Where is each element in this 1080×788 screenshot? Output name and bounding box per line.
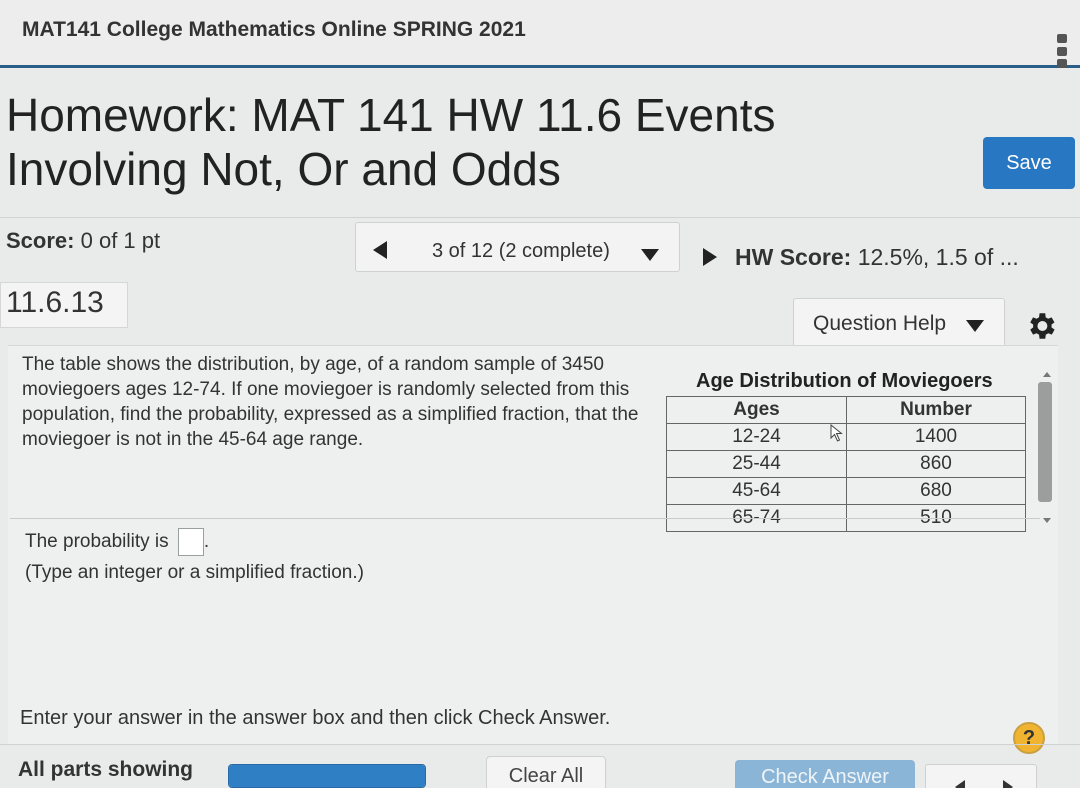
save-button[interactable]: Save (983, 137, 1075, 189)
parts-progress-fill (229, 765, 425, 787)
hw-score-value: 12.5%, 1.5 of ... (857, 244, 1019, 270)
divider (0, 217, 1080, 218)
answer-hint: (Type an integer or a simplified fractio… (25, 562, 364, 583)
hw-score: HW Score: 12.5%, 1.5 of ... (735, 244, 1019, 271)
scroll-up-icon[interactable] (1043, 372, 1051, 377)
scroll-down-icon[interactable] (1043, 518, 1051, 523)
table-caption: Age Distribution of Moviegoers (696, 370, 993, 392)
answer-suffix: . (203, 531, 210, 553)
gear-icon[interactable] (1024, 309, 1058, 343)
caret-down-icon[interactable] (641, 249, 659, 261)
homework-title: Homework: MAT 141 HW 11.6 Events Involvi… (6, 88, 906, 196)
table-cell: 1400 (846, 423, 1026, 451)
divider (10, 518, 1040, 519)
next-icon[interactable] (1003, 780, 1013, 788)
parts-progress-bar (228, 764, 426, 788)
problem-text: The table shows the distribution, by age… (22, 354, 639, 450)
course-title: MAT141 College Mathematics Online SPRING… (22, 18, 526, 41)
answer-input[interactable] (177, 528, 204, 556)
table-row: 25-44 860 (666, 450, 1026, 478)
column-header: Ages (666, 396, 847, 424)
table-cell: 860 (846, 450, 1026, 478)
question-help-label[interactable]: Question Help (813, 312, 946, 336)
scrollbar-thumb[interactable] (1038, 382, 1052, 502)
clear-all-button[interactable]: Clear All (486, 756, 606, 788)
help-icon[interactable]: ? (1013, 722, 1045, 754)
column-header: Number (846, 396, 1026, 424)
check-answer-button[interactable]: Check Answer (735, 760, 915, 788)
table-cell: 45-64 (666, 477, 847, 505)
next-question-icon[interactable] (703, 248, 717, 266)
all-parts-label: All parts showing (18, 758, 194, 781)
question-number: 11.6.13 (6, 286, 104, 319)
score-label: Score: (6, 228, 75, 253)
score: Score: 0 of 1 pt (6, 228, 160, 254)
table-header-row: Ages Number (666, 396, 1026, 424)
table-row: 12-24 1400 (666, 423, 1026, 451)
question-position-dropdown[interactable]: 3 of 12 (2 complete) (432, 240, 610, 263)
homework-title-line2: Involving Not, Or and Odds (6, 143, 561, 195)
answer-row: The probability is . (25, 528, 209, 556)
previous-question-icon[interactable] (373, 241, 387, 259)
table-cell: 12-24 (666, 423, 847, 451)
previous-icon[interactable] (955, 780, 965, 788)
mouse-pointer-icon (830, 424, 843, 442)
table-row: 45-64 680 (666, 477, 1026, 505)
age-distribution-table: Ages Number 12-24 1400 25-44 860 45-64 6… (666, 396, 1026, 532)
more-options-icon[interactable] (1056, 34, 1068, 68)
homework-title-line1: Homework: MAT 141 HW 11.6 Events (6, 89, 776, 141)
instructions-text: Enter your answer in the answer box and … (20, 707, 611, 729)
question-pager (925, 764, 1037, 788)
divider (0, 744, 1080, 745)
answer-prompt: The probability is (25, 531, 169, 553)
hw-score-label: HW Score: (735, 244, 852, 270)
table-cell: 680 (846, 477, 1026, 505)
table-cell: 25-44 (666, 450, 847, 478)
caret-down-icon[interactable] (966, 320, 984, 332)
score-value: 0 of 1 pt (80, 228, 161, 253)
